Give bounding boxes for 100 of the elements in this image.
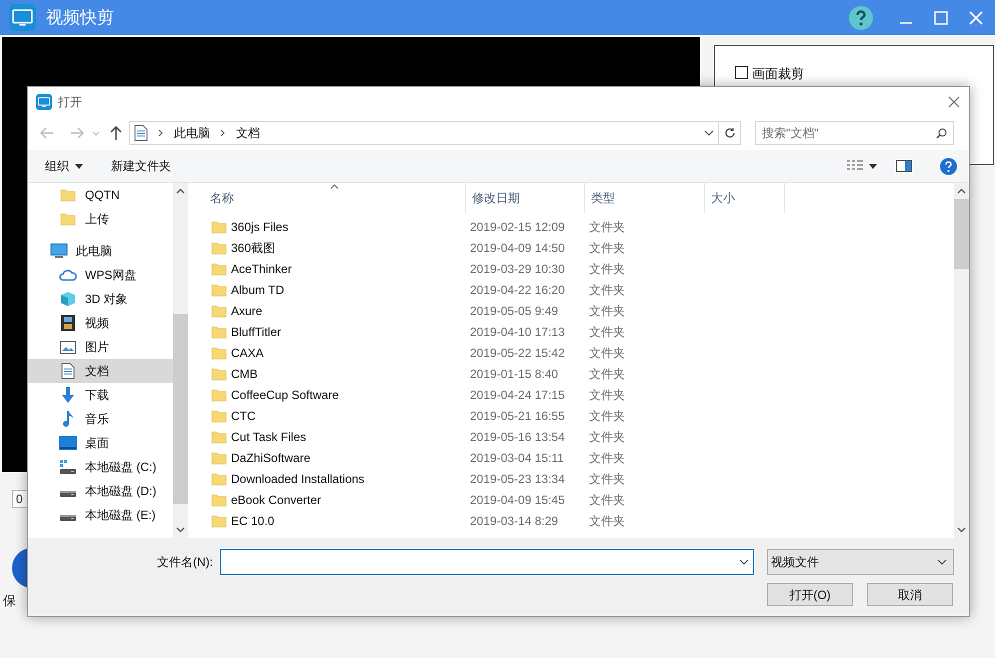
file-row[interactable]: Axure 2019-05-05 9:49 文件夹 bbox=[188, 300, 954, 321]
column-label: 类型 bbox=[591, 190, 615, 207]
file-name: BluffTitler bbox=[231, 324, 282, 340]
file-row[interactable]: 360js Files 2019-02-15 12:09 文件夹 bbox=[188, 216, 954, 237]
file-type: 文件夹 bbox=[588, 450, 625, 466]
file-name: CTC bbox=[231, 408, 256, 424]
file-name-label: 文件名(N): bbox=[157, 554, 214, 571]
file-type: 文件夹 bbox=[588, 512, 625, 530]
nav-item[interactable]: 本地磁盘 (D:) bbox=[28, 479, 173, 503]
nav-label: 此电脑 bbox=[76, 243, 112, 260]
modified-date: 2019-01-15 8:40 bbox=[469, 366, 560, 382]
file-type: 文件夹 bbox=[588, 282, 625, 298]
file-row[interactable]: AceThinker 2019-03-29 10:30 文件夹 bbox=[188, 258, 954, 279]
column-header[interactable]: 名称 bbox=[190, 183, 466, 213]
breadcrumb-item[interactable]: 此电脑 bbox=[174, 124, 210, 142]
column-header[interactable]: 类型 bbox=[585, 183, 705, 213]
column-label: 大小 bbox=[711, 190, 735, 207]
nav-item[interactable]: 音乐 bbox=[28, 407, 173, 431]
modified-date: 2019-05-21 16:55 bbox=[469, 408, 566, 424]
file-row[interactable]: 360截图 2019-04-09 14:50 文件夹 bbox=[188, 237, 954, 258]
modified-date: 2019-03-14 8:29 bbox=[469, 512, 560, 530]
nav-label: 音乐 bbox=[85, 411, 109, 428]
file-row[interactable]: CAXA 2019-05-22 15:42 文件夹 bbox=[188, 342, 954, 363]
column-label: 修改日期 bbox=[472, 190, 520, 207]
column-label: 名称 bbox=[210, 190, 234, 207]
nav-label: 图片 bbox=[85, 339, 109, 356]
column-header[interactable]: 修改日期 bbox=[466, 183, 585, 213]
nav-item[interactable]: 文档 bbox=[28, 359, 173, 383]
dialog-button[interactable]: 打开(O) bbox=[767, 583, 853, 606]
window-title: 视频快剪 bbox=[46, 6, 114, 29]
file-type: 文件夹 bbox=[588, 366, 625, 382]
nav-label: WPS网盘 bbox=[85, 267, 136, 284]
file-row[interactable]: eBook Converter 2019-04-09 15:45 文件夹 bbox=[188, 489, 954, 510]
file-name: EC 10.0 bbox=[231, 512, 274, 530]
nav-item[interactable]: 3D 对象 bbox=[28, 287, 173, 311]
nav-label: 视频 bbox=[85, 315, 109, 332]
nav-item[interactable]: 下载 bbox=[28, 383, 173, 407]
file-type: 文件夹 bbox=[588, 344, 625, 362]
file-type: 文件夹 bbox=[588, 428, 625, 446]
nav-item[interactable]: 本地磁盘 (E:) bbox=[28, 503, 173, 527]
nav-item[interactable]: 本地磁盘 (C:) bbox=[28, 455, 173, 479]
file-type-dropdown[interactable]: 视频文件 bbox=[767, 549, 954, 575]
modified-date: 2019-05-16 13:54 bbox=[469, 428, 566, 446]
file-type: 文件夹 bbox=[588, 470, 625, 488]
nav-item[interactable]: 视频 bbox=[28, 311, 173, 335]
file-name: CMB bbox=[231, 366, 258, 382]
file-name: Cut Task Files bbox=[231, 428, 306, 446]
file-name: DaZhiSoftware bbox=[231, 450, 310, 466]
dialog-title: 打开 bbox=[58, 94, 82, 110]
nav-item[interactable]: 桌面 bbox=[28, 431, 173, 455]
file-row[interactable]: CoffeeCup Software 2019-04-24 17:15 文件夹 bbox=[188, 384, 954, 405]
column-header[interactable]: 大小 bbox=[705, 183, 785, 213]
nav-item[interactable]: 图片 bbox=[28, 335, 173, 359]
file-name: Axure bbox=[231, 302, 262, 320]
save-label: 保 bbox=[3, 594, 16, 608]
modified-date: 2019-04-09 15:45 bbox=[469, 492, 566, 508]
new-folder-button[interactable]: 新建文件夹 bbox=[111, 157, 171, 175]
file-row[interactable]: EC 10.0 2019-03-14 8:29 文件夹 bbox=[188, 510, 954, 531]
file-type: 文件夹 bbox=[588, 324, 625, 340]
file-row[interactable]: Album TD 2019-04-22 16:20 文件夹 bbox=[188, 279, 954, 300]
file-name: CoffeeCup Software bbox=[231, 386, 339, 404]
organize-menu[interactable]: 组织 bbox=[45, 157, 83, 175]
nav-item[interactable]: QQTN bbox=[28, 183, 173, 207]
file-name: AceThinker bbox=[231, 260, 292, 278]
nav-label: 文档 bbox=[85, 363, 109, 380]
file-name: 360js Files bbox=[231, 218, 288, 236]
modified-date: 2019-04-09 14:50 bbox=[469, 240, 566, 256]
file-row[interactable]: Downloaded Installations 2019-05-23 13:34 文件夹 bbox=[188, 468, 954, 489]
nav-label: 上传 bbox=[85, 211, 109, 228]
modified-date: 2019-04-10 17:13 bbox=[469, 324, 566, 340]
file-type: 文件夹 bbox=[588, 408, 625, 424]
nav-label: 3D 对象 bbox=[85, 291, 128, 308]
file-row[interactable]: CMB 2019-01-15 8:40 文件夹 bbox=[188, 363, 954, 384]
file-type: 文件夹 bbox=[588, 386, 625, 404]
file-type: 文件夹 bbox=[588, 260, 625, 278]
file-row[interactable]: DaZhiSoftware 2019-03-04 15:11 文件夹 bbox=[188, 447, 954, 468]
nav-label: 本地磁盘 (E:) bbox=[85, 507, 156, 524]
nav-label: 下载 bbox=[85, 387, 109, 404]
nav-label: 桌面 bbox=[85, 435, 109, 452]
file-row[interactable]: BluffTitler 2019-04-10 17:13 文件夹 bbox=[188, 321, 954, 342]
nav-item[interactable]: 上传 bbox=[28, 207, 173, 231]
file-row[interactable]: CTC 2019-05-21 16:55 文件夹 bbox=[188, 405, 954, 426]
file-row[interactable]: Cut Task Files 2019-05-16 13:54 文件夹 bbox=[188, 426, 954, 447]
nav-label: 本地磁盘 (C:) bbox=[85, 459, 156, 476]
address-bar[interactable]: 此电脑 文档 bbox=[129, 121, 719, 145]
nav-label: QQTN bbox=[85, 187, 120, 204]
file-name: Downloaded Installations bbox=[231, 470, 364, 488]
modified-date: 2019-04-24 17:15 bbox=[469, 386, 566, 404]
file-name: CAXA bbox=[231, 344, 264, 362]
modified-date: 2019-05-22 15:42 bbox=[469, 344, 566, 362]
file-name: 360截图 bbox=[231, 240, 276, 256]
nav-item[interactable]: 此电脑 bbox=[28, 239, 173, 263]
search-field[interactable]: 搜索"文档" bbox=[755, 121, 954, 145]
breadcrumb-item[interactable]: 文档 bbox=[236, 124, 260, 142]
file-type: 文件夹 bbox=[588, 240, 625, 256]
dialog-button[interactable]: 取消 bbox=[867, 583, 953, 606]
file-type: 文件夹 bbox=[588, 492, 625, 508]
nav-label: 本地磁盘 (D:) bbox=[85, 483, 156, 500]
nav-item[interactable]: WPS网盘 bbox=[28, 263, 173, 287]
modified-date: 2019-05-23 13:34 bbox=[469, 470, 566, 488]
